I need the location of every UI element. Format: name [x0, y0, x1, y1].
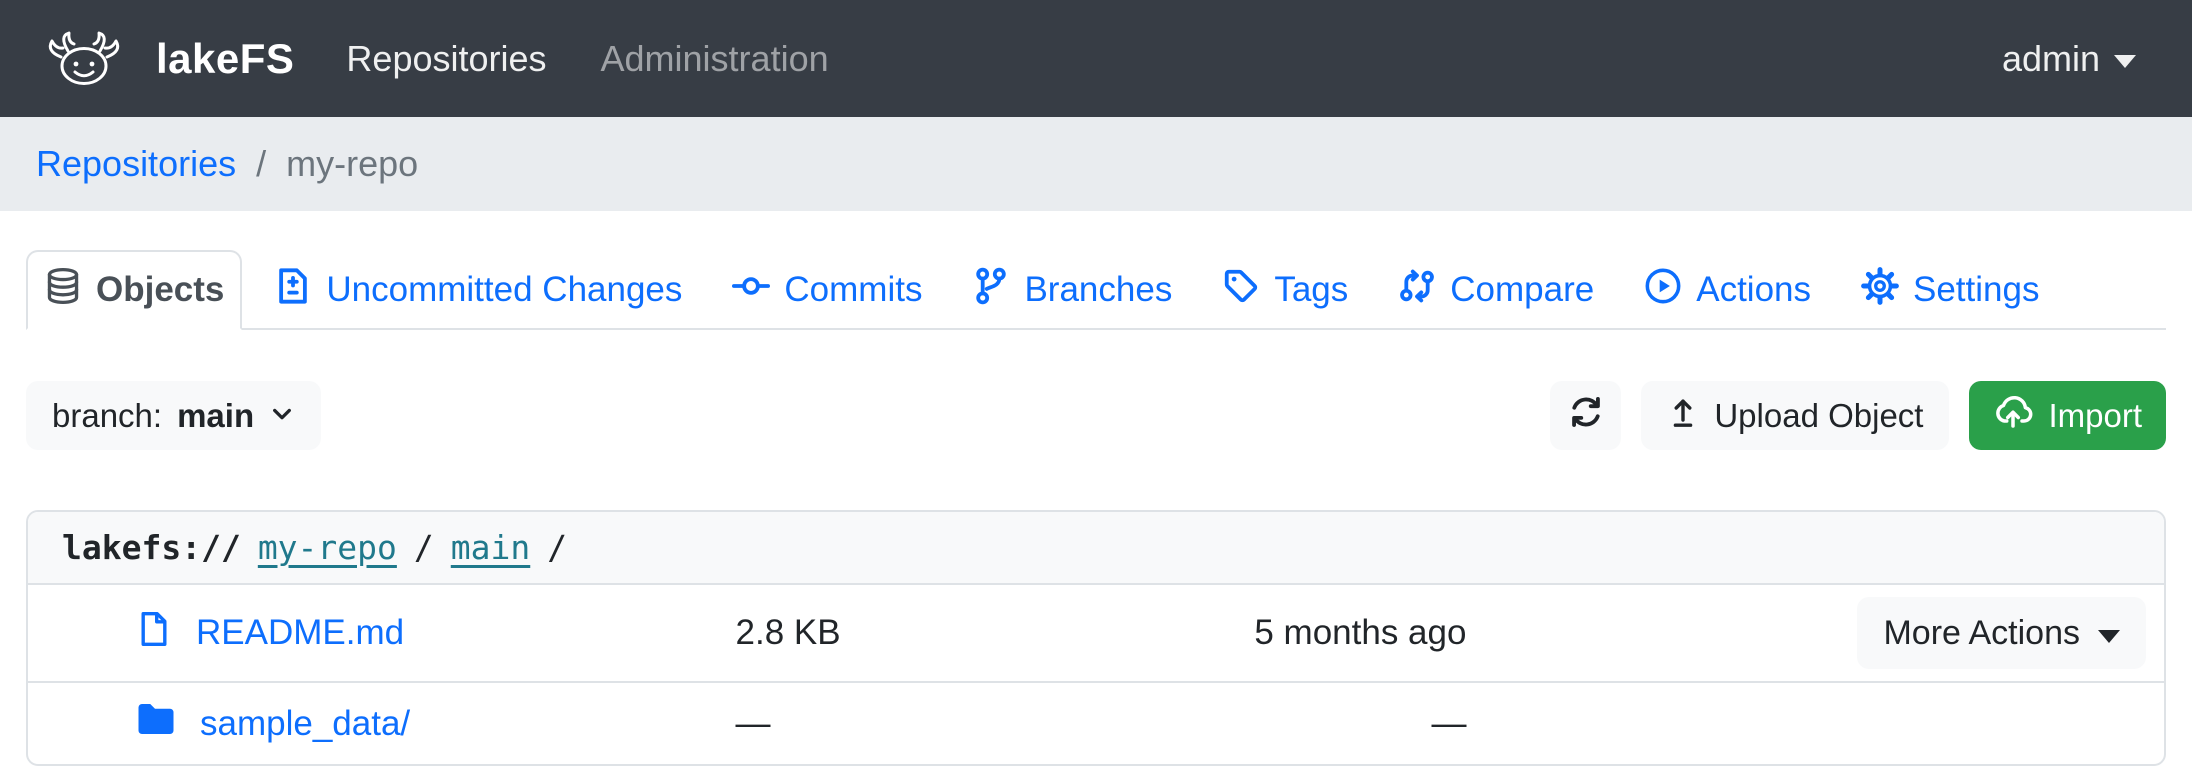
file-icon — [136, 609, 172, 658]
branch-name: main — [177, 397, 254, 435]
user-name: admin — [2002, 38, 2100, 80]
tab-settings[interactable]: Settings — [1843, 250, 2057, 330]
nav-repositories[interactable]: Repositories — [346, 38, 546, 80]
object-link-sample-data[interactable]: sample_data/ — [136, 701, 410, 746]
upload-icon — [1667, 396, 1699, 436]
tab-label: Commits — [784, 270, 922, 310]
import-button[interactable]: Import — [1969, 381, 2166, 450]
tab-branches[interactable]: Branches — [954, 250, 1190, 330]
tab-commits[interactable]: Commits — [714, 250, 940, 330]
refresh-icon — [1568, 394, 1604, 438]
play-circle-icon — [1644, 267, 1682, 314]
upload-label: Upload Object — [1714, 397, 1923, 435]
caret-down-icon — [2098, 630, 2120, 643]
objects-table: README.md 2.8 KB 5 months ago More Actio… — [28, 585, 2164, 764]
branch-selector[interactable]: branch: main — [26, 381, 321, 450]
lakefs-logo-icon[interactable] — [34, 26, 134, 92]
path-scheme: lakefs:// — [62, 528, 241, 567]
branch-icon — [972, 267, 1010, 314]
object-path-bar: lakefs:// my-repo / main / — [28, 512, 2164, 585]
object-modified: 5 months ago — [1117, 585, 1480, 682]
user-menu-dropdown[interactable]: admin — [2002, 38, 2136, 80]
tab-label: Uncommitted Changes — [326, 270, 682, 310]
folder-icon — [136, 701, 176, 746]
tab-label: Settings — [1913, 270, 2039, 310]
gear-icon — [1861, 267, 1899, 314]
tab-uncommitted-changes[interactable]: Uncommitted Changes — [256, 250, 700, 330]
path-separator: / — [414, 528, 434, 567]
tag-icon — [1222, 267, 1260, 314]
import-label: Import — [2048, 397, 2142, 435]
database-icon — [44, 267, 82, 314]
navbar-links: Repositories Administration — [346, 38, 828, 80]
commit-icon — [732, 267, 770, 314]
nav-administration[interactable]: Administration — [601, 38, 829, 80]
actions-cell-empty — [1480, 682, 2164, 764]
object-link-readme[interactable]: README.md — [136, 609, 404, 658]
tab-actions[interactable]: Actions — [1626, 250, 1829, 330]
tab-label: Objects — [96, 270, 224, 310]
object-browser-card: lakefs:// my-repo / main / — [26, 510, 2166, 766]
objects-toolbar: branch: main — [26, 381, 2166, 450]
more-actions-button[interactable]: More Actions — [1857, 597, 2146, 669]
cloud-upload-icon — [1993, 392, 2033, 440]
more-actions-label: More Actions — [1883, 614, 2080, 653]
object-name: README.md — [196, 613, 404, 653]
compare-icon — [1398, 267, 1436, 314]
tab-label: Branches — [1024, 270, 1172, 310]
object-modified: — — [1117, 682, 1480, 764]
path-repo-link[interactable]: my-repo — [258, 528, 397, 567]
tab-objects[interactable]: Objects — [26, 250, 242, 330]
breadcrumb: Repositories / my-repo — [0, 117, 2192, 211]
object-name: sample_data/ — [200, 704, 410, 744]
refresh-button[interactable] — [1550, 381, 1621, 450]
file-diff-icon — [274, 267, 312, 314]
upload-object-button[interactable]: Upload Object — [1641, 381, 1949, 450]
breadcrumb-repositories-link[interactable]: Repositories — [36, 143, 236, 185]
table-row-sample-data: sample_data/ — — — [28, 682, 2164, 764]
branch-prefix: branch: — [52, 397, 162, 435]
tab-label: Actions — [1696, 270, 1811, 310]
breadcrumb-separator: / — [256, 143, 266, 185]
path-ref-link[interactable]: main — [451, 528, 530, 567]
object-size: 2.8 KB — [712, 585, 1118, 682]
object-size: — — [712, 682, 1118, 764]
tab-label: Compare — [1450, 270, 1594, 310]
top-navbar: lakeFS Repositories Administration admin — [0, 0, 2192, 117]
tab-label: Tags — [1274, 270, 1348, 310]
tab-compare[interactable]: Compare — [1380, 250, 1612, 330]
repo-tabs: Objects Uncommitted Changes Commits — [26, 250, 2166, 330]
path-separator: / — [547, 528, 567, 567]
tab-tags[interactable]: Tags — [1204, 250, 1366, 330]
chevron-down-icon — [2114, 55, 2136, 68]
chevron-down-icon — [269, 397, 295, 435]
table-row-readme: README.md 2.8 KB 5 months ago More Actio… — [28, 585, 2164, 682]
breadcrumb-current-repo: my-repo — [286, 143, 418, 185]
brand-title[interactable]: lakeFS — [156, 35, 294, 83]
